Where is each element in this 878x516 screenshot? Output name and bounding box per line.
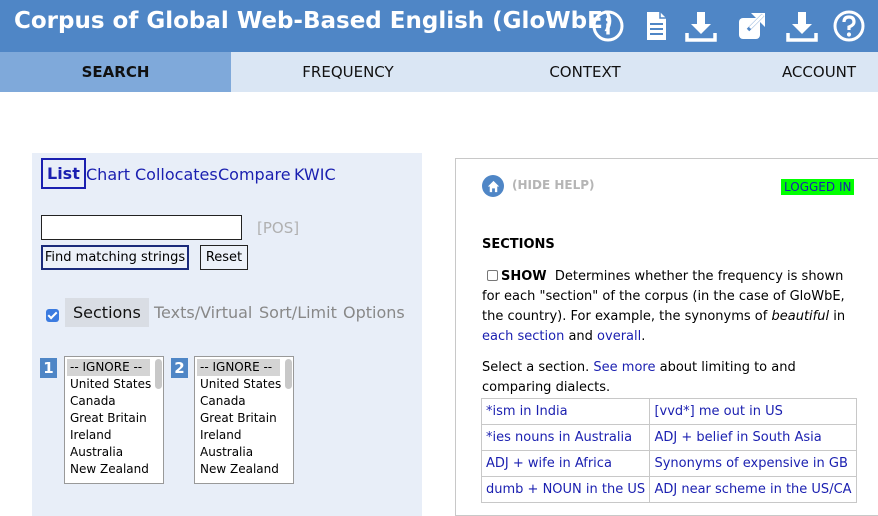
download-icon[interactable] [784, 8, 820, 44]
subtab-options[interactable]: Options [343, 298, 405, 327]
table-row: ADJ + wife in Africa Synonyms of expensi… [480, 450, 857, 477]
help-text: . [641, 329, 646, 344]
sections-checkbox[interactable] [46, 309, 59, 322]
help-text: Select a section. [482, 360, 594, 375]
help-description: SHOW Determines whether the frequency is… [482, 267, 862, 347]
example-link[interactable]: *ism in India [480, 398, 651, 425]
list-item[interactable]: Australia [65, 444, 163, 461]
mode-chart[interactable]: Chart [86, 165, 130, 184]
list-item[interactable]: United States [65, 376, 163, 393]
example-link[interactable]: [vvd*] me out in US [649, 398, 857, 425]
help-icon[interactable] [831, 8, 867, 44]
document-icon[interactable] [638, 8, 674, 44]
hide-help-link[interactable]: (HIDE HELP) [512, 178, 595, 192]
section-list-1[interactable]: -- IGNORE -- United States Canada Great … [64, 356, 164, 484]
section-list-2[interactable]: -- IGNORE -- United States Canada Great … [194, 356, 294, 484]
list-item[interactable]: New Zealand [195, 461, 293, 478]
list2-number: 2 [171, 358, 188, 378]
list-item[interactable]: Australia [195, 444, 293, 461]
help-section-title: SECTIONS [482, 237, 555, 252]
list-item[interactable]: Ireland [65, 427, 163, 444]
example-link[interactable]: ADJ + wife in Africa [480, 450, 651, 477]
tab-search[interactable]: SEARCH [0, 52, 231, 92]
main-nav: SEARCH FREQUENCY CONTEXT ACCOUNT [0, 52, 878, 92]
select-section-text: Select a section. See more about limitin… [482, 358, 862, 398]
example-link[interactable]: ADJ near scheme in the US/CA [649, 476, 857, 503]
example-link[interactable]: dumb + NOUN in the US [480, 476, 651, 503]
download-icon[interactable] [683, 8, 719, 44]
mode-collocates[interactable]: Collocates [135, 165, 218, 184]
logged-in-badge: LOGGED IN [781, 179, 855, 195]
overall-link[interactable]: overall [597, 329, 641, 344]
search-panel: List Chart Collocates Compare KWIC [POS]… [32, 153, 422, 516]
reset-button[interactable]: Reset [200, 245, 248, 270]
subtab-sections[interactable]: Sections [65, 298, 149, 327]
tab-frequency[interactable]: FREQUENCY [250, 52, 446, 92]
top-bar: Corpus of Global Web-Based English (GloW… [0, 0, 878, 52]
list-item[interactable]: United States [195, 376, 293, 393]
word-search-input[interactable] [41, 215, 242, 240]
list-item[interactable]: Great Britain [195, 410, 293, 427]
app-title: Corpus of Global Web-Based English (GloW… [14, 8, 614, 34]
list-item[interactable]: -- IGNORE -- [67, 359, 150, 376]
table-row: dumb + NOUN in the US ADJ near scheme in… [480, 476, 857, 503]
mode-kwic[interactable]: KWIC [294, 165, 336, 184]
example-link[interactable]: *ies nouns in Australia [480, 424, 651, 451]
list-item[interactable]: -- IGNORE -- [197, 359, 280, 376]
list1-number: 1 [40, 358, 57, 378]
help-panel: (HIDE HELP) LOGGED IN SECTIONS SHOW Dete… [455, 158, 878, 516]
help-text: in [829, 309, 846, 324]
examples-table: *ism in India [vvd*] me out in US *ies n… [480, 398, 857, 503]
scrollbar[interactable] [155, 359, 162, 389]
example-link[interactable]: Synonyms of expensive in GB [649, 450, 857, 477]
list-item[interactable]: Ireland [195, 427, 293, 444]
list-item[interactable]: Great Britain [65, 410, 163, 427]
mode-compare[interactable]: Compare [218, 165, 291, 184]
external-link-icon[interactable] [734, 8, 770, 44]
subtab-texts-virtual[interactable]: Texts/Virtual [154, 298, 252, 327]
example-link[interactable]: ADJ + belief in South Asia [649, 424, 857, 451]
see-more-link[interactable]: See more [593, 360, 655, 375]
show-checkbox[interactable] [487, 270, 498, 281]
pos-link[interactable]: [POS] [257, 219, 299, 237]
each-section-link[interactable]: each section [482, 329, 564, 344]
list-item[interactable]: Canada [195, 393, 293, 410]
help-text: beautiful [771, 309, 830, 324]
tab-context[interactable]: CONTEXT [490, 52, 680, 92]
show-label: SHOW [501, 269, 547, 284]
scrollbar[interactable] [285, 359, 292, 389]
table-row: *ism in India [vvd*] me out in US [480, 398, 857, 425]
help-text: and [564, 329, 598, 344]
info-icon[interactable] [590, 8, 626, 44]
list-item[interactable]: Canada [65, 393, 163, 410]
tab-account[interactable]: ACCOUNT [730, 52, 878, 92]
find-matching-strings-button[interactable]: Find matching strings [41, 245, 189, 270]
list-item[interactable]: New Zealand [65, 461, 163, 478]
mode-list[interactable]: List [41, 158, 86, 189]
subtab-sort-limit[interactable]: Sort/Limit [259, 298, 337, 327]
table-row: *ies nouns in Australia ADJ + belief in … [480, 424, 857, 451]
home-icon[interactable] [482, 175, 504, 197]
